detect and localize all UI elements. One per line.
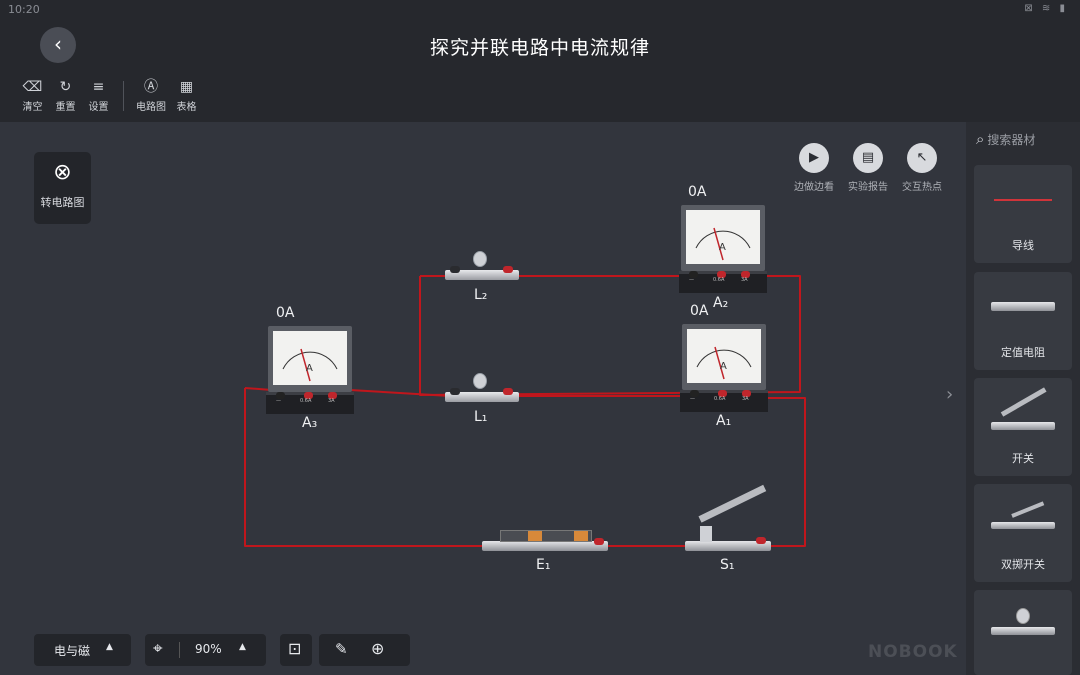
brand-watermark: NOBOOK bbox=[868, 642, 958, 662]
e1-label: E₁ bbox=[536, 557, 551, 573]
search-icon: ⌕ bbox=[976, 130, 985, 148]
meter-dial: A bbox=[695, 227, 751, 261]
ammeter-a2[interactable]: A — 0.6A 3A bbox=[679, 205, 767, 293]
chevron-right-icon[interactable]: › bbox=[946, 384, 953, 405]
a3-label: A₃ bbox=[302, 415, 318, 431]
search-input[interactable]: ⌕ 搜索器材 bbox=[976, 130, 1035, 148]
wire-layer bbox=[244, 275, 806, 547]
ammeter-a3[interactable]: A — 0.6A 3A bbox=[266, 326, 354, 414]
meter-dial: A bbox=[282, 348, 338, 382]
zoom-control[interactable]: ⌖ 90% ▲ bbox=[145, 634, 266, 666]
a2-label: A₂ bbox=[713, 295, 729, 311]
library-item-wire[interactable]: 导线 bbox=[974, 165, 1072, 263]
zoom-level: 90% bbox=[195, 642, 222, 656]
lock-button[interactable]: ⊡ bbox=[280, 634, 312, 666]
caret-up-icon: ▲ bbox=[106, 642, 113, 652]
library-item-switch[interactable]: 开关 bbox=[974, 378, 1072, 476]
library-item-lamp[interactable] bbox=[974, 590, 1072, 675]
draw-tools: ✎ ⊕ bbox=[319, 634, 410, 666]
bulb-icon bbox=[473, 373, 487, 389]
unlock-icon: ⊡ bbox=[288, 639, 302, 658]
a1-label: A₁ bbox=[716, 413, 732, 429]
a1-reading: 0A bbox=[690, 303, 709, 319]
zoom-in-icon[interactable]: ⊕ bbox=[371, 639, 384, 658]
ammeter-a1[interactable]: A — 0.6A 3A bbox=[680, 324, 768, 412]
locate-icon[interactable]: ⌖ bbox=[153, 639, 163, 659]
caret-up-icon[interactable]: ▲ bbox=[239, 642, 246, 652]
a3-reading: 0A bbox=[276, 305, 295, 321]
s1-label: S₁ bbox=[720, 557, 735, 573]
bulb-icon bbox=[473, 251, 487, 267]
category-select[interactable]: 电与磁 ▲ bbox=[34, 634, 131, 666]
meter-dial: A bbox=[696, 346, 752, 380]
meter-unit-label: A bbox=[720, 361, 727, 372]
library-item-resistor[interactable]: 定值电阻 bbox=[974, 272, 1072, 370]
brush-icon[interactable]: ✎ bbox=[335, 640, 348, 658]
library-item-double-throw-switch[interactable]: 双掷开关 bbox=[974, 484, 1072, 582]
meter-unit-label: A bbox=[306, 363, 313, 374]
a2-reading: 0A bbox=[688, 184, 707, 200]
l1-label: L₁ bbox=[474, 409, 488, 425]
meter-unit-label: A bbox=[719, 242, 726, 253]
l2-label: L₂ bbox=[474, 287, 488, 303]
